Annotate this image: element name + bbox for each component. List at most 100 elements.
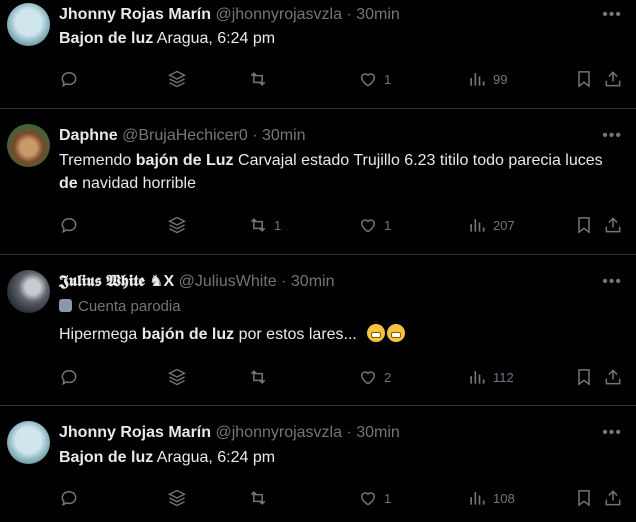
- display-name[interactable]: Jhonny Rojas Marín: [59, 424, 211, 441]
- tweet-header: Jhonny Rojas Marín @jhonnyrojasvzla · 30…: [59, 423, 400, 443]
- retweet-button[interactable]: [248, 365, 274, 389]
- share-button[interactable]: [603, 365, 623, 389]
- tweet[interactable]: Jhonny Rojas Marín @jhonnyrojasvzla · 30…: [0, 406, 636, 522]
- parody-label: Cuenta parodia: [59, 297, 181, 317]
- timestamp[interactable]: 30min: [262, 127, 306, 144]
- tweet-text: Bajon de luz Aragua, 6:24 pm: [59, 27, 619, 50]
- text-span: Aragua, 6:24 pm: [153, 449, 276, 466]
- share-icon: [605, 71, 621, 87]
- tweet-header: Jhonny Rojas Marín @jhonnyrojasvzla · 30…: [59, 5, 400, 25]
- views-icon: [470, 73, 485, 86]
- tweet-actions: 1 108: [0, 486, 636, 510]
- reply-button[interactable]: [59, 67, 79, 91]
- tweet[interactable]: Jhonny Rojas Marín @jhonnyrojasvzla · 30…: [0, 0, 636, 109]
- avatar[interactable]: [7, 270, 50, 313]
- text-bold: bajón de luz: [141, 326, 235, 343]
- tweet[interactable]: 𝕵𝖚𝖑𝖎𝖚𝖘 𝖂𝖍𝖎𝖙𝖊 ♞X @JuliusWhite · 30min •••…: [0, 255, 636, 406]
- tweet-actions: 2 112: [0, 365, 636, 389]
- views-button[interactable]: 108: [467, 486, 515, 510]
- display-name[interactable]: 𝕵𝖚𝖑𝖎𝖚𝖘 𝖂𝖍𝖎𝖙𝖊 ♞X: [59, 273, 174, 290]
- reply-button[interactable]: [59, 365, 79, 389]
- like-button[interactable]: 1: [358, 486, 391, 510]
- views-icon: [470, 492, 485, 505]
- separator: ·: [281, 273, 287, 290]
- separator: ·: [346, 424, 352, 441]
- avatar[interactable]: [7, 421, 50, 464]
- timestamp[interactable]: 30min: [291, 273, 335, 290]
- retweet-button[interactable]: [248, 486, 274, 510]
- heart-icon: [360, 492, 376, 506]
- like-count: 1: [384, 217, 392, 233]
- text-span: Tremendo: [59, 152, 136, 169]
- bookmark-button[interactable]: [574, 213, 594, 237]
- more-icon[interactable]: •••: [602, 7, 622, 23]
- share-button[interactable]: [603, 486, 623, 510]
- views-count: 112: [493, 369, 514, 385]
- retweet-button[interactable]: 1: [248, 213, 281, 237]
- tweet-actions: 1 1 207: [0, 213, 636, 237]
- reply-icon: [61, 490, 77, 507]
- tweet[interactable]: Daphne @BrujaHechicer0 · 30min ••• Treme…: [0, 109, 636, 255]
- retweet-button[interactable]: [248, 67, 274, 91]
- reply-icon: [61, 71, 77, 88]
- reply-button[interactable]: [59, 486, 79, 510]
- more-icon[interactable]: •••: [602, 128, 622, 144]
- views-button[interactable]: 99: [467, 67, 507, 91]
- like-count: 2: [384, 369, 392, 385]
- reply-icon: [61, 369, 77, 386]
- grok-icon: [168, 489, 186, 507]
- user-handle[interactable]: @jhonnyrojasvzla: [215, 424, 342, 441]
- retweet-icon: [250, 370, 266, 384]
- heart-icon: [360, 219, 376, 233]
- share-icon: [605, 369, 621, 385]
- grok-button[interactable]: [167, 365, 187, 389]
- bookmark-button[interactable]: [574, 67, 594, 91]
- avatar[interactable]: [7, 124, 50, 167]
- timestamp[interactable]: 30min: [356, 424, 400, 441]
- user-handle[interactable]: @BrujaHechicer0: [122, 127, 248, 144]
- like-count: 1: [384, 490, 392, 506]
- display-name[interactable]: Daphne: [59, 127, 118, 144]
- more-icon[interactable]: •••: [602, 274, 622, 290]
- views-icon: [470, 219, 485, 232]
- text-span: Carvajal estado Trujillo 6.23 titilo tod…: [233, 152, 603, 169]
- text-span: por estos lares...: [234, 326, 357, 343]
- share-button[interactable]: [603, 213, 623, 237]
- grok-button[interactable]: [167, 67, 187, 91]
- tweet-text: Hipermega bajón de luz por estos lares..…: [59, 323, 619, 346]
- text-bold: de: [59, 175, 78, 192]
- grok-button[interactable]: [167, 213, 187, 237]
- views-icon: [470, 371, 485, 384]
- bookmark-button[interactable]: [574, 365, 594, 389]
- like-button[interactable]: 2: [358, 365, 391, 389]
- tweet-text: Bajon de luz Aragua, 6:24 pm: [59, 446, 619, 469]
- user-handle[interactable]: @jhonnyrojasvzla: [215, 6, 342, 23]
- user-handle[interactable]: @JuliusWhite: [179, 273, 277, 290]
- views-count: 207: [493, 217, 515, 233]
- like-button[interactable]: 1: [358, 213, 391, 237]
- share-icon: [605, 490, 621, 506]
- text-span: navidad horrible: [77, 175, 196, 192]
- grok-icon: [168, 216, 186, 234]
- like-count: 1: [384, 71, 392, 87]
- bookmark-icon: [578, 217, 590, 234]
- confounded-emoji-icon: [387, 324, 406, 342]
- timestamp[interactable]: 30min: [356, 6, 400, 23]
- views-button[interactable]: 112: [467, 365, 514, 389]
- avatar[interactable]: [7, 3, 50, 46]
- more-icon[interactable]: •••: [602, 425, 622, 441]
- like-button[interactable]: 1: [358, 67, 391, 91]
- tweet-actions: 1 99: [0, 67, 636, 91]
- grok-button[interactable]: [167, 486, 187, 510]
- text-bold: Bajon de luz: [59, 30, 154, 47]
- display-name[interactable]: Jhonny Rojas Marín: [59, 6, 211, 23]
- tweet-text: Tremendo bajón de Luz Carvajal estado Tr…: [59, 149, 619, 195]
- retweet-icon: [250, 72, 266, 86]
- views-count: 108: [493, 490, 515, 506]
- reply-button[interactable]: [59, 213, 79, 237]
- bookmark-button[interactable]: [574, 486, 594, 510]
- views-button[interactable]: 207: [467, 213, 515, 237]
- text-span: Hipermega: [59, 326, 142, 343]
- retweet-icon: [250, 491, 266, 505]
- share-button[interactable]: [603, 67, 623, 91]
